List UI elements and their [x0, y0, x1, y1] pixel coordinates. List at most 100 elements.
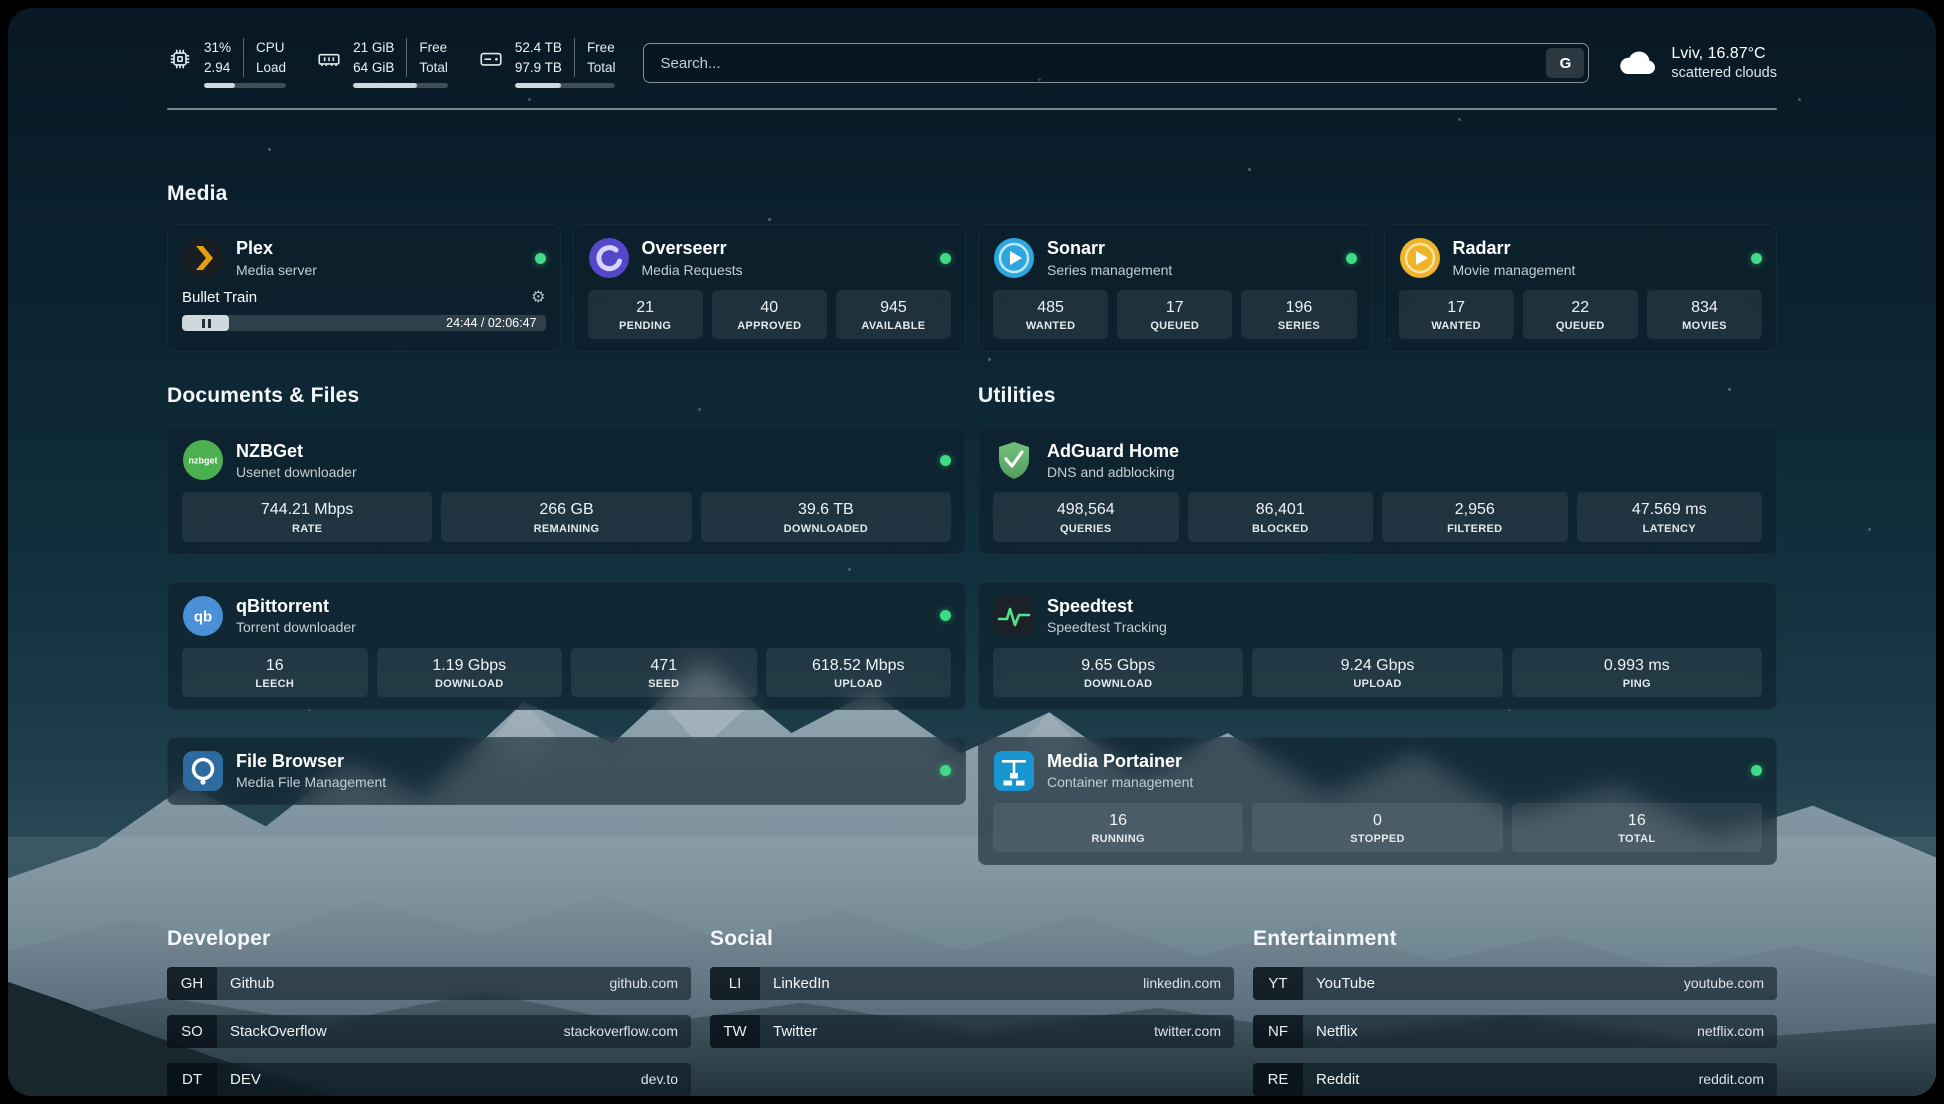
- service-subtitle: Media File Management: [236, 774, 386, 790]
- bookmark-abbr: NF: [1253, 1015, 1303, 1048]
- service-name: Media Portainer: [1047, 751, 1193, 773]
- status-dot: [1751, 765, 1762, 776]
- plex-icon: [182, 237, 224, 279]
- service-subtitle: Media server: [236, 262, 317, 278]
- stat-movies: 834 MOVIES: [1647, 290, 1762, 339]
- stat-total: 16 TOTAL: [1512, 803, 1762, 852]
- disk-icon: [478, 46, 504, 72]
- service-card-sonarr[interactable]: Sonarr Series management 485 WANTED 17 Q…: [978, 224, 1372, 352]
- nzbget-icon: nzbget: [182, 439, 224, 481]
- bookmark-abbr: LI: [710, 967, 760, 1000]
- qbittorrent-icon: qb: [182, 595, 224, 637]
- service-name: Plex: [236, 238, 317, 260]
- section-title-utilities: Utilities: [978, 384, 1777, 408]
- disk-total-label: Total: [574, 58, 616, 78]
- cpu-icon: [167, 46, 193, 72]
- bookmark-abbr: SO: [167, 1015, 217, 1048]
- radarr-icon: [1399, 237, 1441, 279]
- bookmark-dev[interactable]: DT DEV dev.to: [167, 1063, 691, 1096]
- bookmark-url: github.com: [610, 975, 678, 991]
- stat-download: 9.65 Gbps DOWNLOAD: [993, 648, 1243, 697]
- cpu-usage-value: 31%: [204, 38, 243, 58]
- search-bar: G: [643, 43, 1589, 83]
- service-subtitle: Container management: [1047, 774, 1193, 790]
- bookmark-name: DEV: [230, 1071, 261, 1088]
- service-card-filebrowser[interactable]: File Browser Media File Management: [167, 737, 966, 805]
- section-documents: Documents & Files nzbget NZBGet Usenet d…: [167, 384, 966, 804]
- bookmark-twitter[interactable]: TW Twitter twitter.com: [710, 1015, 1234, 1048]
- service-subtitle: Movie management: [1453, 262, 1576, 278]
- bookmark-url: stackoverflow.com: [564, 1023, 678, 1039]
- playback-progress-fill: [182, 315, 229, 331]
- bookmark-linkedin[interactable]: LI LinkedIn linkedin.com: [710, 967, 1234, 1000]
- service-card-speedtest[interactable]: Speedtest Speedtest Tracking 9.65 Gbps D…: [978, 582, 1777, 710]
- ram-total-label: Total: [406, 58, 448, 78]
- section-title-entertainment: Entertainment: [1253, 927, 1777, 951]
- service-card-adguard[interactable]: AdGuard Home DNS and adblocking 498,564 …: [978, 426, 1777, 554]
- sonarr-icon: [993, 237, 1035, 279]
- service-subtitle: Torrent downloader: [236, 619, 356, 635]
- cpu-load-value: 2.94: [204, 58, 243, 78]
- cpu-label: CPU: [243, 38, 286, 58]
- stat-downloaded: 39.6 TB DOWNLOADED: [701, 492, 951, 541]
- adguard-icon: [993, 439, 1035, 481]
- gear-icon[interactable]: ⚙: [531, 290, 545, 306]
- status-dot: [940, 610, 951, 621]
- service-subtitle: DNS and adblocking: [1047, 464, 1179, 480]
- bookmark-abbr: DT: [167, 1063, 217, 1096]
- bookmark-name: Netflix: [1316, 1023, 1358, 1040]
- portainer-icon: [993, 750, 1035, 792]
- playback-progress-bar[interactable]: 24:44 / 02:06:47: [182, 315, 546, 331]
- status-dot: [1751, 253, 1762, 264]
- stat-remaining: 266 GB REMAINING: [441, 492, 691, 541]
- system-metrics: 31% CPU 2.94 Load 21 GiB Free: [167, 38, 615, 88]
- service-card-overseerr[interactable]: Overseerr Media Requests 21 PENDING 40 A…: [573, 224, 967, 352]
- cpu-load-label: Load: [243, 58, 286, 78]
- svg-text:qb: qb: [194, 608, 212, 625]
- stat-pending: 21 PENDING: [588, 290, 703, 339]
- bookmark-reddit[interactable]: RE Reddit reddit.com: [1253, 1063, 1777, 1096]
- status-dot: [1346, 253, 1357, 264]
- bookmark-url: twitter.com: [1154, 1023, 1221, 1039]
- stat-approved: 40 APPROVED: [712, 290, 827, 339]
- bookmark-github[interactable]: GH Github github.com: [167, 967, 691, 1000]
- bookmark-url: linkedin.com: [1143, 975, 1221, 991]
- bookmark-netflix[interactable]: NF Netflix netflix.com: [1253, 1015, 1777, 1048]
- service-subtitle: Media Requests: [642, 262, 743, 278]
- status-dot: [535, 253, 546, 264]
- bookmark-name: Twitter: [773, 1023, 817, 1040]
- section-title-developer: Developer: [167, 927, 691, 951]
- service-card-radarr[interactable]: Radarr Movie management 17 WANTED 22 QUE…: [1384, 224, 1778, 352]
- ram-total-value: 64 GiB: [353, 58, 406, 78]
- svg-text:nzbget: nzbget: [189, 456, 218, 466]
- section-title-media: Media: [167, 182, 1777, 206]
- service-name: AdGuard Home: [1047, 441, 1179, 463]
- service-subtitle: Series management: [1047, 262, 1172, 278]
- bookmark-name: YouTube: [1316, 975, 1375, 992]
- service-card-portainer[interactable]: Media Portainer Container management 16 …: [978, 737, 1777, 865]
- pause-icon[interactable]: [202, 319, 205, 328]
- section-title-documents: Documents & Files: [167, 384, 966, 408]
- search-engine-button[interactable]: G: [1546, 48, 1584, 78]
- disk-free-value: 52.4 TB: [515, 38, 574, 58]
- stat-queued: 17 QUEUED: [1117, 290, 1232, 339]
- ram-free-value: 21 GiB: [353, 38, 406, 58]
- weather-widget: Lviv, 16.87°C scattered clouds: [1617, 45, 1777, 81]
- speedtest-icon: [993, 595, 1035, 637]
- bookmark-url: dev.to: [641, 1071, 678, 1087]
- search-input[interactable]: [643, 43, 1589, 83]
- now-playing-title: Bullet Train: [182, 289, 257, 306]
- bookmark-stackoverflow[interactable]: SO StackOverflow stackoverflow.com: [167, 1015, 691, 1048]
- weather-condition: scattered clouds: [1671, 65, 1777, 81]
- service-card-nzbget[interactable]: nzbget NZBGet Usenet downloader 744.21 M…: [167, 426, 966, 554]
- overseerr-icon: [588, 237, 630, 279]
- stat-leech: 16 LEECH: [182, 648, 368, 697]
- bookmark-abbr: RE: [1253, 1063, 1303, 1096]
- stat-queries: 498,564 QUERIES: [993, 492, 1179, 541]
- bookmark-youtube[interactable]: YT YouTube youtube.com: [1253, 967, 1777, 1000]
- service-card-qbittorrent[interactable]: qb qBittorrent Torrent downloader 16: [167, 582, 966, 710]
- service-card-plex[interactable]: Plex Media server Bullet Train ⚙ 24:44: [167, 224, 561, 352]
- memory-icon: [316, 46, 342, 72]
- stat-blocked: 86,401 BLOCKED: [1188, 492, 1374, 541]
- top-bar: 31% CPU 2.94 Load 21 GiB Free: [167, 38, 1777, 88]
